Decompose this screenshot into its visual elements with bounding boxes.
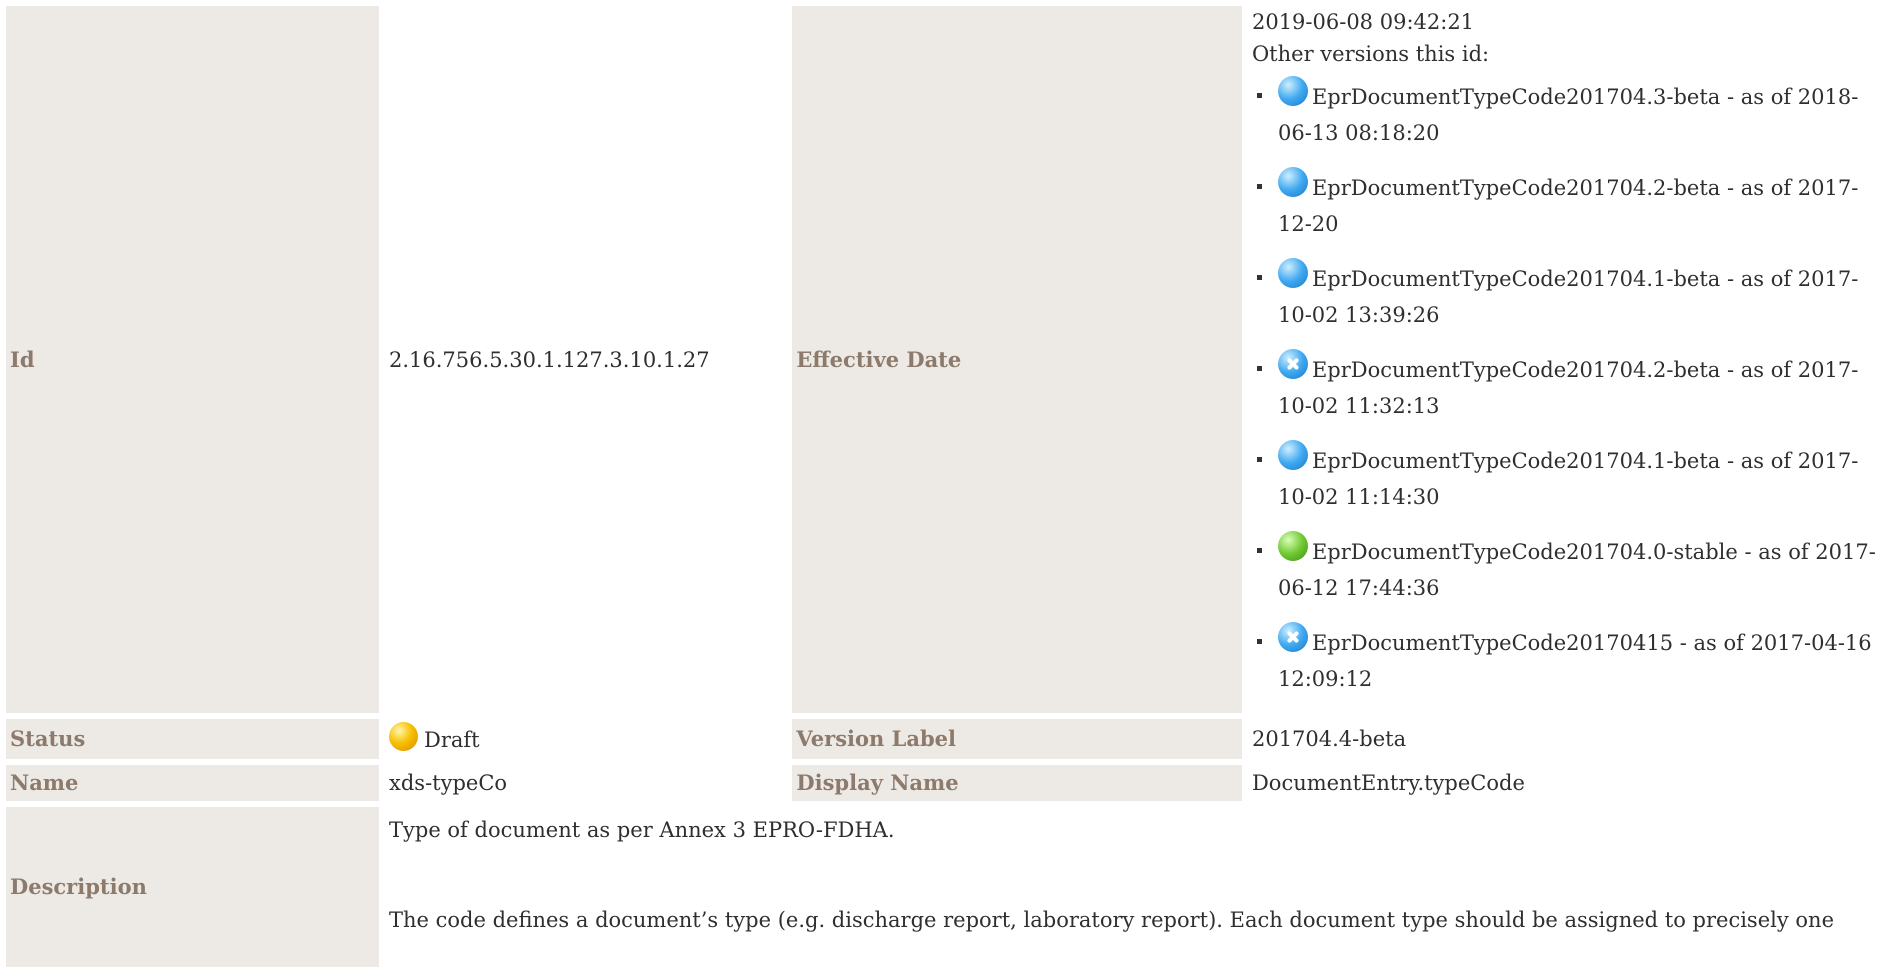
version-item[interactable]: EprDocumentTypeCode201704.1-beta - as of… [1256,440,1889,515]
id-label: Id [6,6,379,713]
green-ball-icon [1277,531,1308,561]
version-item[interactable]: EprDocumentTypeCode201704.2-beta - as of… [1256,167,1889,242]
properties-table: Id 2.16.756.5.30.1.127.3.10.1.27 Effecti… [0,0,1899,973]
effective-date-cell: 2019-06-08 09:42:21 Other versions this … [1248,6,1893,713]
other-versions-list: EprDocumentTypeCode201704.3-beta - as of… [1252,76,1889,697]
blue-ball-icon [1277,258,1308,288]
version-label-label: Version Label [792,719,1242,759]
cancelled-icon [1277,622,1308,652]
version-item[interactable]: EprDocumentTypeCode20170415 - as of 2017… [1256,622,1889,697]
row-name: Name xds-typeCo Display Name DocumentEnt… [6,765,1893,801]
version-item[interactable]: EprDocumentTypeCode201704.0-stable - as … [1256,531,1889,606]
blue-ball-icon [1277,440,1308,470]
description-paragraph-2: The code defines a document’s type (e.g.… [389,908,1834,932]
version-item[interactable]: EprDocumentTypeCode201704.2-beta - as of… [1256,349,1889,424]
effective-date-value: 2019-06-08 09:42:21 [1251,10,1475,34]
yellow-ball-icon [389,721,418,751]
row-id: Id 2.16.756.5.30.1.127.3.10.1.27 Effecti… [6,6,1893,713]
display-name-label: Display Name [792,765,1242,801]
version-item[interactable]: EprDocumentTypeCode201704.3-beta - as of… [1256,76,1889,151]
version-label-value: 201704.4-beta [1251,727,1407,751]
status-label: Status [6,719,379,759]
name-value: xds-typeCo [389,771,508,795]
name-label: Name [6,765,379,801]
description-paragraph-1: Type of document as per Annex 3 EPRO-FDH… [389,818,895,842]
description-value: Type of document as per Annex 3 EPRO-FDH… [385,807,1893,967]
effective-date-label: Effective Date [792,6,1242,713]
status-value: Draft [385,719,786,759]
blue-ball-icon [1277,76,1308,106]
row-description: Description Type of document as per Anne… [6,807,1893,967]
id-value: 2.16.756.5.30.1.127.3.10.1.27 [389,347,710,372]
row-status: Status Draft Version Label 201704.4-beta [6,719,1893,759]
blue-ball-icon [1277,167,1308,197]
version-item[interactable]: EprDocumentTypeCode201704.1-beta - as of… [1256,258,1889,333]
description-label: Description [6,807,379,967]
display-name-value: DocumentEntry.typeCode [1251,771,1525,795]
cancelled-icon [1277,349,1308,379]
other-versions-label: Other versions this id: [1251,42,1490,66]
